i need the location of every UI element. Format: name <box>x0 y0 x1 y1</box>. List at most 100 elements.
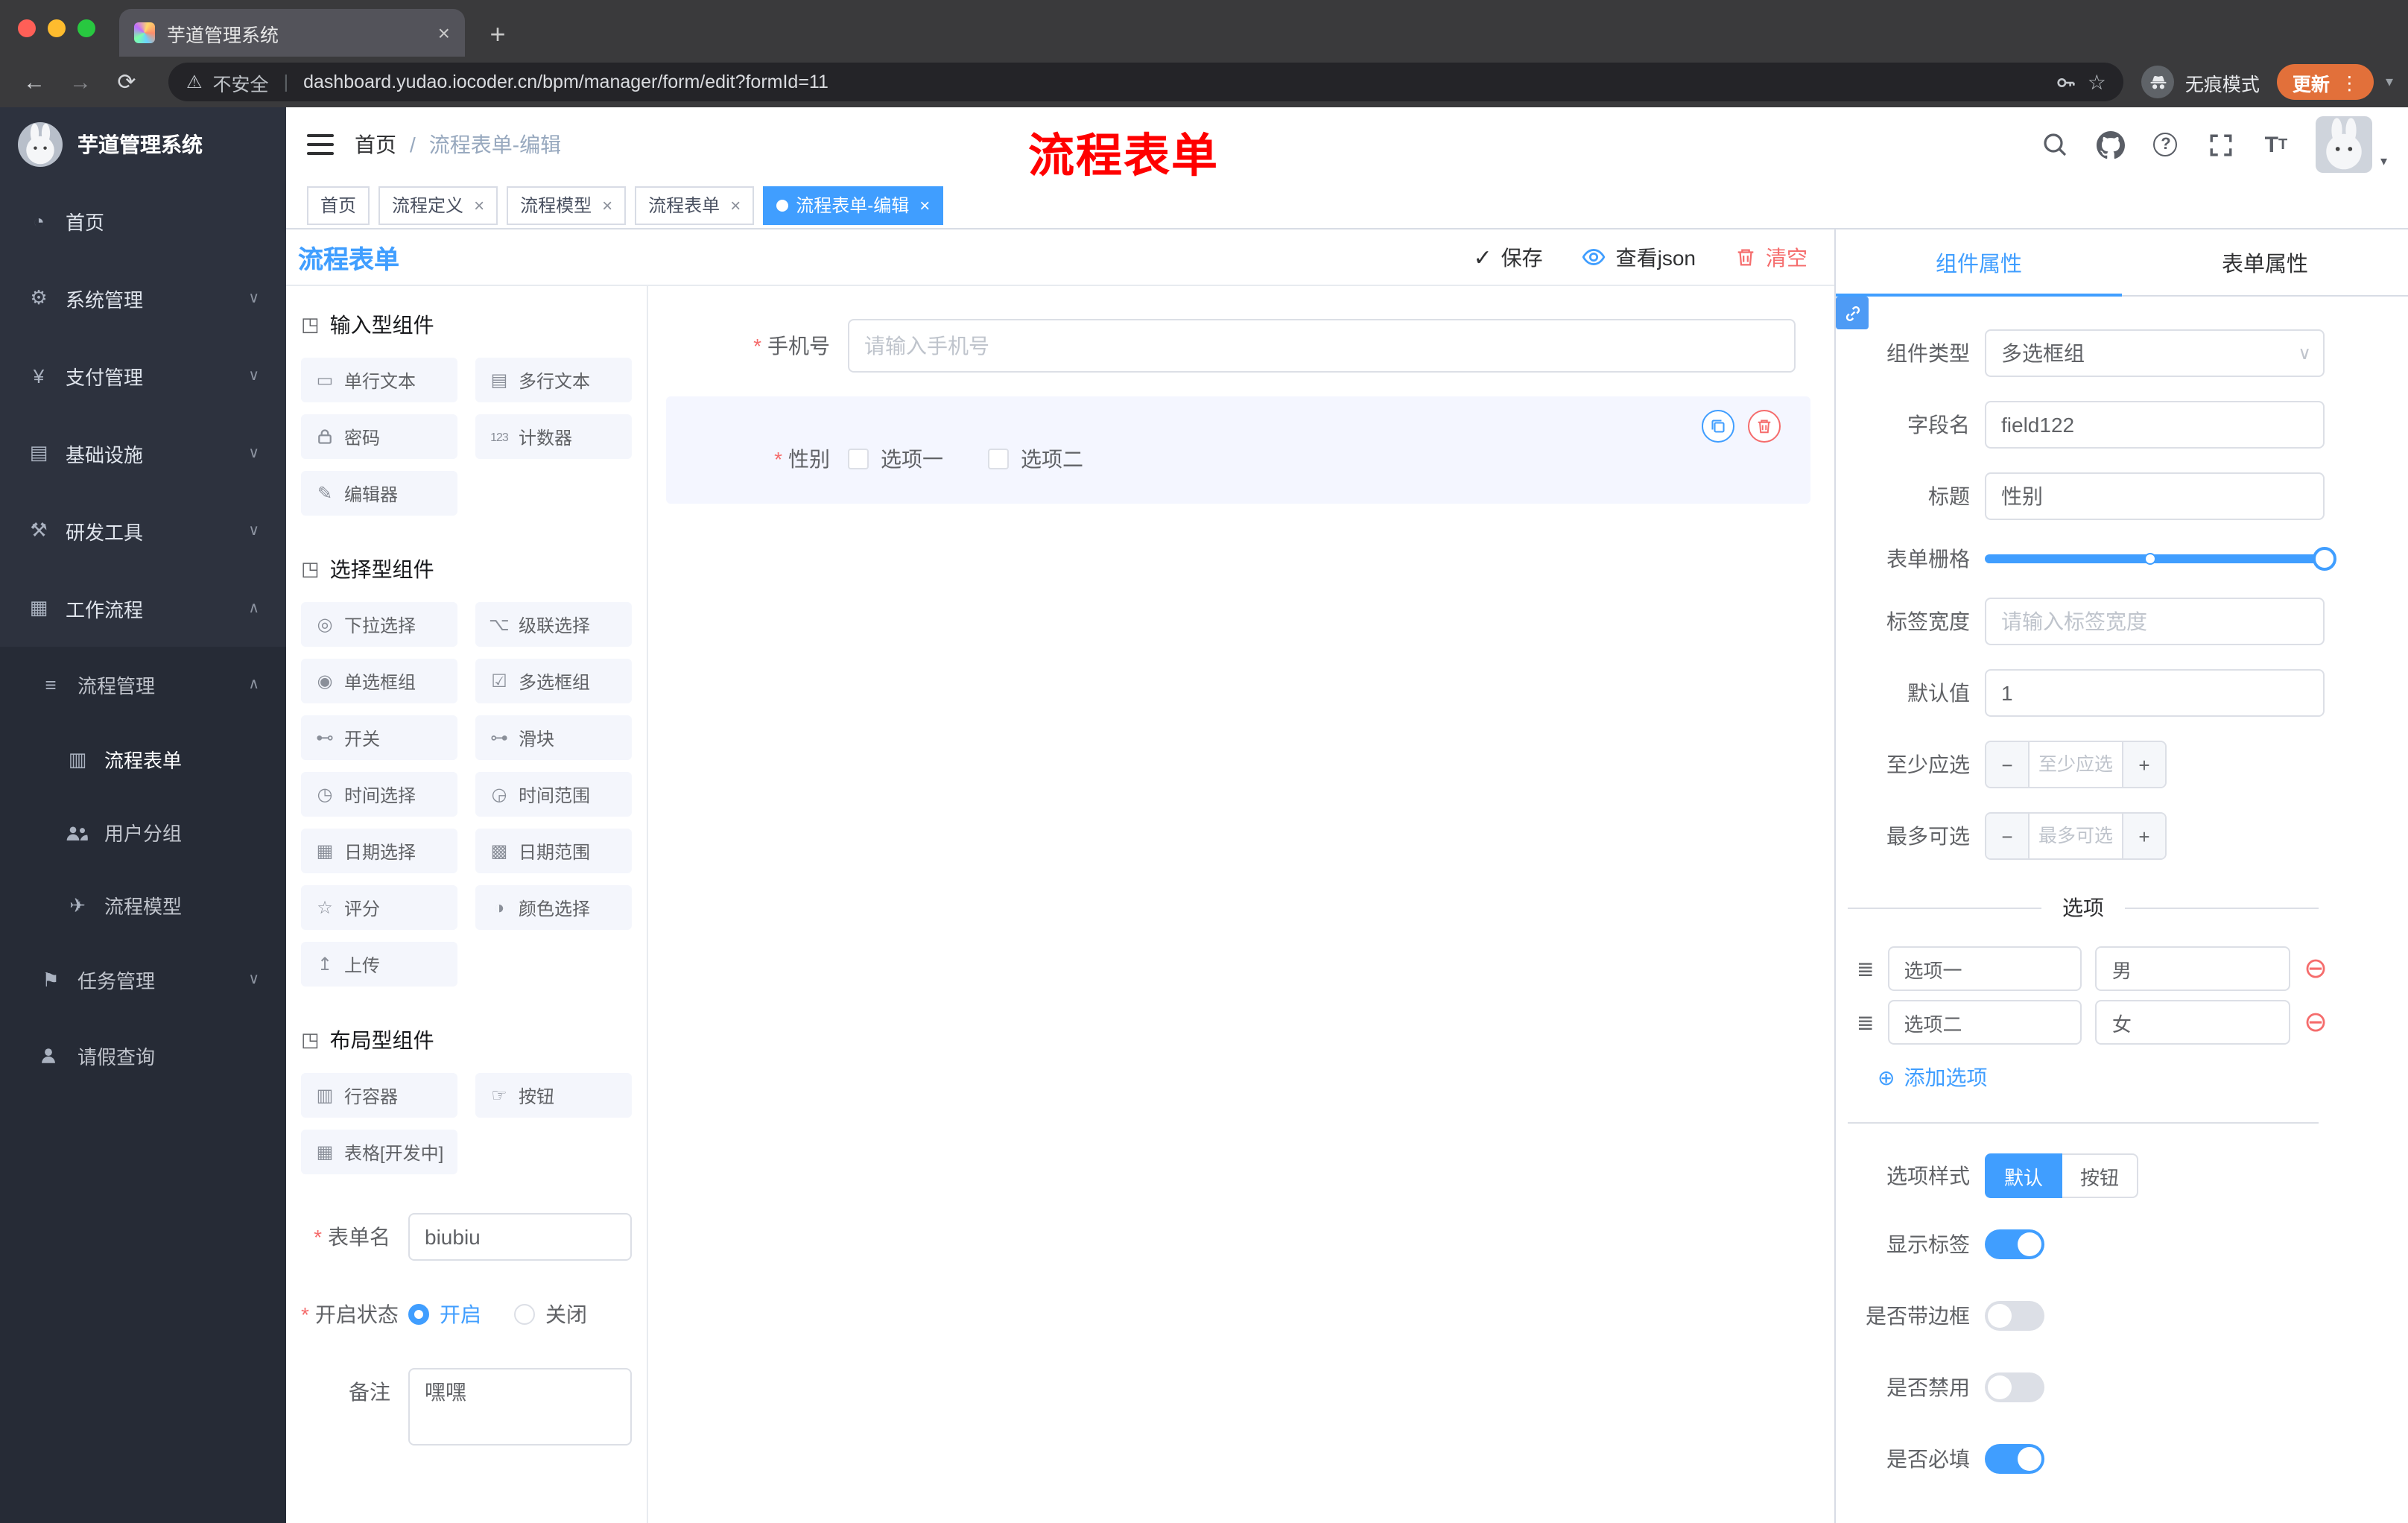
sidebar-item-workflow[interactable]: ▦ 工作流程 ∧ <box>0 569 286 647</box>
security-label[interactable]: 不安全 <box>213 68 269 96</box>
max-select-input[interactable] <box>2030 814 2122 858</box>
component-slider[interactable]: ⊶ 滑块 <box>475 715 632 760</box>
close-tag-icon[interactable]: × <box>474 194 484 215</box>
new-tab-button[interactable]: + <box>477 12 519 57</box>
component-date-range[interactable]: ▩ 日期范围 <box>475 829 632 873</box>
sidebar-item-user-group[interactable]: 用户分组 <box>0 796 286 869</box>
address-bar[interactable]: ⚠ 不安全 | dashboard.yudao.iocoder.cn/bpm/m… <box>168 63 2124 101</box>
tab-component-props[interactable]: 组件属性 <box>1836 229 2122 297</box>
link-icon[interactable] <box>1836 297 1869 329</box>
password-key-icon[interactable] <box>2055 71 2077 93</box>
breadcrumb-home[interactable]: 首页 <box>355 130 396 159</box>
component-cascader[interactable]: ⌥ 级联选择 <box>475 602 632 647</box>
status-radio-on[interactable]: 开启 <box>408 1291 481 1338</box>
help-icon[interactable]: ? <box>2151 130 2181 159</box>
hamburger-icon[interactable] <box>307 133 334 156</box>
required-toggle[interactable] <box>1985 1444 2044 1474</box>
delete-widget-button[interactable] <box>1748 410 1781 443</box>
component-counter[interactable]: 123 计数器 <box>475 414 632 459</box>
component-password[interactable]: 密码 <box>301 414 457 459</box>
stepper-minus-icon[interactable]: − <box>1986 742 2030 787</box>
sidebar-item-process-form[interactable]: ▥ 流程表单 <box>0 723 286 796</box>
minimize-window-button[interactable] <box>48 19 66 37</box>
component-editor[interactable]: ✎ 编辑器 <box>301 471 457 516</box>
title-input[interactable] <box>1985 472 2325 520</box>
component-color-picker[interactable]: ◑ 颜色选择 <box>475 885 632 930</box>
component-single-line-text[interactable]: ▭ 单行文本 <box>301 358 457 402</box>
stepper-plus-icon[interactable]: + <box>2122 742 2165 787</box>
component-upload[interactable]: ↥ 上传 <box>301 942 457 987</box>
status-radio-off[interactable]: 关闭 <box>514 1291 587 1338</box>
disabled-toggle[interactable] <box>1985 1372 2044 1402</box>
sidebar-item-payment[interactable]: ¥ 支付管理 ∨ <box>0 337 286 414</box>
search-icon[interactable] <box>2041 130 2070 159</box>
save-button[interactable]: ✓ 保存 <box>1473 242 1542 272</box>
checkbox-icon[interactable] <box>988 449 1009 469</box>
form-remark-textarea[interactable]: 嘿嘿 <box>408 1368 632 1446</box>
slider-handle[interactable] <box>2313 547 2336 571</box>
component-time-range[interactable]: ◶ 时间范围 <box>475 772 632 817</box>
component-rate[interactable]: ☆ 评分 <box>301 885 457 930</box>
default-value-input[interactable] <box>1985 669 2325 717</box>
close-window-button[interactable] <box>18 19 36 37</box>
checkbox-icon[interactable] <box>848 449 869 469</box>
update-browser-button[interactable]: 更新 ⋮ <box>2277 64 2374 100</box>
option-label-input[interactable] <box>1887 1000 2082 1045</box>
sidebar-item-devtools[interactable]: ⚒ 研发工具 ∨ <box>0 492 286 569</box>
remove-option-icon[interactable]: ⊖ <box>2304 1008 2328 1036</box>
forward-icon[interactable]: → <box>61 63 100 101</box>
tag-process-form-edit[interactable]: 流程表单-编辑 × <box>763 186 944 224</box>
component-button[interactable]: ☞ 按钮 <box>475 1073 632 1118</box>
avatar-caret-down-icon[interactable]: ▾ <box>2380 153 2387 173</box>
gender-option-2[interactable]: 选项二 <box>988 444 1083 474</box>
option-label-input[interactable] <box>1887 946 2082 991</box>
close-tag-icon[interactable]: × <box>919 194 930 215</box>
widget-gender-selected[interactable]: 性别 选项一 选项二 <box>666 396 1810 504</box>
component-row-container[interactable]: ▥ 行容器 <box>301 1073 457 1118</box>
component-select[interactable]: ◎ 下拉选择 <box>301 602 457 647</box>
copy-widget-button[interactable] <box>1702 410 1734 443</box>
github-icon[interactable] <box>2096 130 2126 159</box>
option-value-input[interactable] <box>2095 946 2291 991</box>
sidebar-item-process-management[interactable]: ≡ 流程管理 ∧ <box>0 647 286 723</box>
show-label-toggle[interactable] <box>1985 1229 2044 1259</box>
component-multi-line-text[interactable]: ▤ 多行文本 <box>475 358 632 402</box>
option-value-input[interactable] <box>2095 1000 2291 1045</box>
bookmark-star-icon[interactable]: ☆ <box>2088 69 2106 95</box>
option-style-button-button[interactable]: 按钮 <box>2062 1153 2139 1198</box>
remove-option-icon[interactable]: ⊖ <box>2304 954 2328 983</box>
phone-input[interactable] <box>848 319 1796 373</box>
stepper-plus-icon[interactable]: + <box>2122 814 2165 858</box>
url-text[interactable]: dashboard.yudao.iocoder.cn/bpm/manager/f… <box>303 72 828 92</box>
option-drag-icon[interactable]: ≣ <box>1857 1010 1874 1035</box>
min-select-input[interactable] <box>2030 742 2122 787</box>
stepper-minus-icon[interactable]: − <box>1986 814 2030 858</box>
view-json-button[interactable]: 查看json <box>1582 242 1696 272</box>
close-tab-icon[interactable]: × <box>438 21 450 45</box>
sidebar-item-process-model[interactable]: ✈ 流程模型 <box>0 869 286 942</box>
component-radio-group[interactable]: ◉ 单选框组 <box>301 659 457 703</box>
component-date-picker[interactable]: ▦ 日期选择 <box>301 829 457 873</box>
component-type-select[interactable]: ∨ <box>1985 329 2325 377</box>
fullscreen-icon[interactable] <box>2206 130 2236 159</box>
component-checkbox-group[interactable]: ☑ 多选框组 <box>475 659 632 703</box>
tag-process-definition[interactable]: 流程定义 × <box>378 186 498 224</box>
component-table[interactable]: ▦ 表格[开发中] <box>301 1130 457 1174</box>
option-drag-icon[interactable]: ≣ <box>1857 956 1874 981</box>
reload-icon[interactable]: ⟳ <box>107 63 146 101</box>
form-grid-slider[interactable] <box>1985 547 2336 571</box>
form-canvas[interactable]: 手机号 <box>648 286 1834 1523</box>
close-tag-icon[interactable]: × <box>730 194 741 215</box>
border-toggle[interactable] <box>1985 1301 2044 1331</box>
browser-tab[interactable]: 芋道管理系统 × <box>119 9 465 57</box>
sidebar-item-infrastructure[interactable]: ▤ 基础设施 ∨ <box>0 414 286 492</box>
back-icon[interactable]: ← <box>15 63 54 101</box>
sidebar-item-system[interactable]: ⚙ 系统管理 ∨ <box>0 259 286 337</box>
zoom-window-button[interactable] <box>77 19 95 37</box>
font-size-icon[interactable]: TT <box>2261 130 2291 159</box>
clear-button[interactable]: 清空 <box>1734 242 1807 272</box>
label-width-input[interactable] <box>1985 598 2325 645</box>
close-tag-icon[interactable]: × <box>602 194 612 215</box>
form-name-input[interactable] <box>408 1213 632 1261</box>
tag-process-model[interactable]: 流程模型 × <box>507 186 627 224</box>
